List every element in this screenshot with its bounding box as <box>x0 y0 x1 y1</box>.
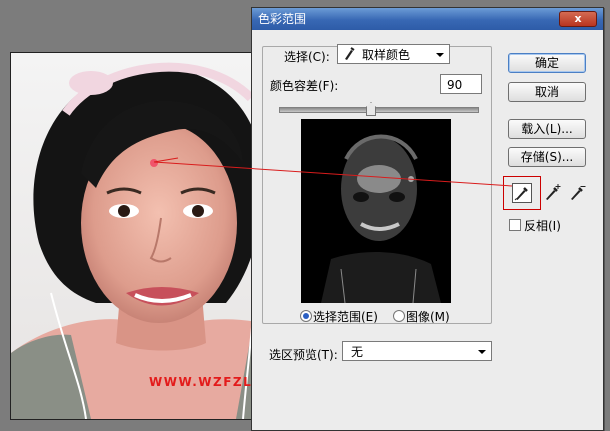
selection-preview-image[interactable] <box>301 119 451 303</box>
eyedropper-icon <box>343 45 355 69</box>
view-image-radio[interactable] <box>393 310 405 322</box>
close-button[interactable]: x <box>559 11 597 27</box>
chevron-down-icon <box>478 350 486 354</box>
dialog-title-bar[interactable]: 色彩范围 <box>252 8 603 30</box>
eyedropper-plus-icon <box>543 184 563 205</box>
eyedropper-plus-tool[interactable] <box>543 182 563 202</box>
color-range-dialog: 色彩范围 x 选择(C): 取样颜色 颜色容差(F): 90 选择范围(E) 图… <box>251 7 604 431</box>
save-button[interactable]: 存储(S)... <box>508 147 586 167</box>
cancel-button[interactable]: 取消 <box>508 82 586 102</box>
fuzziness-input[interactable]: 90 <box>440 74 482 94</box>
select-label: 选择(C): <box>284 50 330 64</box>
view-selection-label: 选择范围(E) <box>313 310 378 324</box>
dialog-title: 色彩范围 <box>258 12 307 26</box>
select-value: 取样颜色 <box>362 48 411 62</box>
eyedropper-icon <box>512 183 532 203</box>
eyedropper-tool[interactable] <box>503 176 541 210</box>
view-selection-radio[interactable] <box>300 310 312 322</box>
eyedropper-minus-tool[interactable] <box>568 182 588 202</box>
invert-checkbox[interactable] <box>509 219 521 231</box>
selection-preview-dropdown[interactable]: 无 <box>342 341 492 361</box>
load-button[interactable]: 载入(L)... <box>508 119 586 139</box>
view-image-label: 图像(M) <box>406 310 450 324</box>
eyedropper-minus-icon <box>568 186 588 205</box>
selection-preview-value: 无 <box>351 345 364 359</box>
fuzziness-slider-track[interactable] <box>279 107 479 113</box>
select-dropdown[interactable]: 取样颜色 <box>337 44 450 64</box>
invert-label: 反相(I) <box>524 219 561 233</box>
fuzziness-label: 颜色容差(F): <box>270 79 339 93</box>
chevron-down-icon <box>436 53 444 57</box>
ok-button[interactable]: 确定 <box>508 53 586 73</box>
selection-preview-label: 选区预览(T): <box>269 348 338 362</box>
close-icon: x <box>574 12 582 25</box>
